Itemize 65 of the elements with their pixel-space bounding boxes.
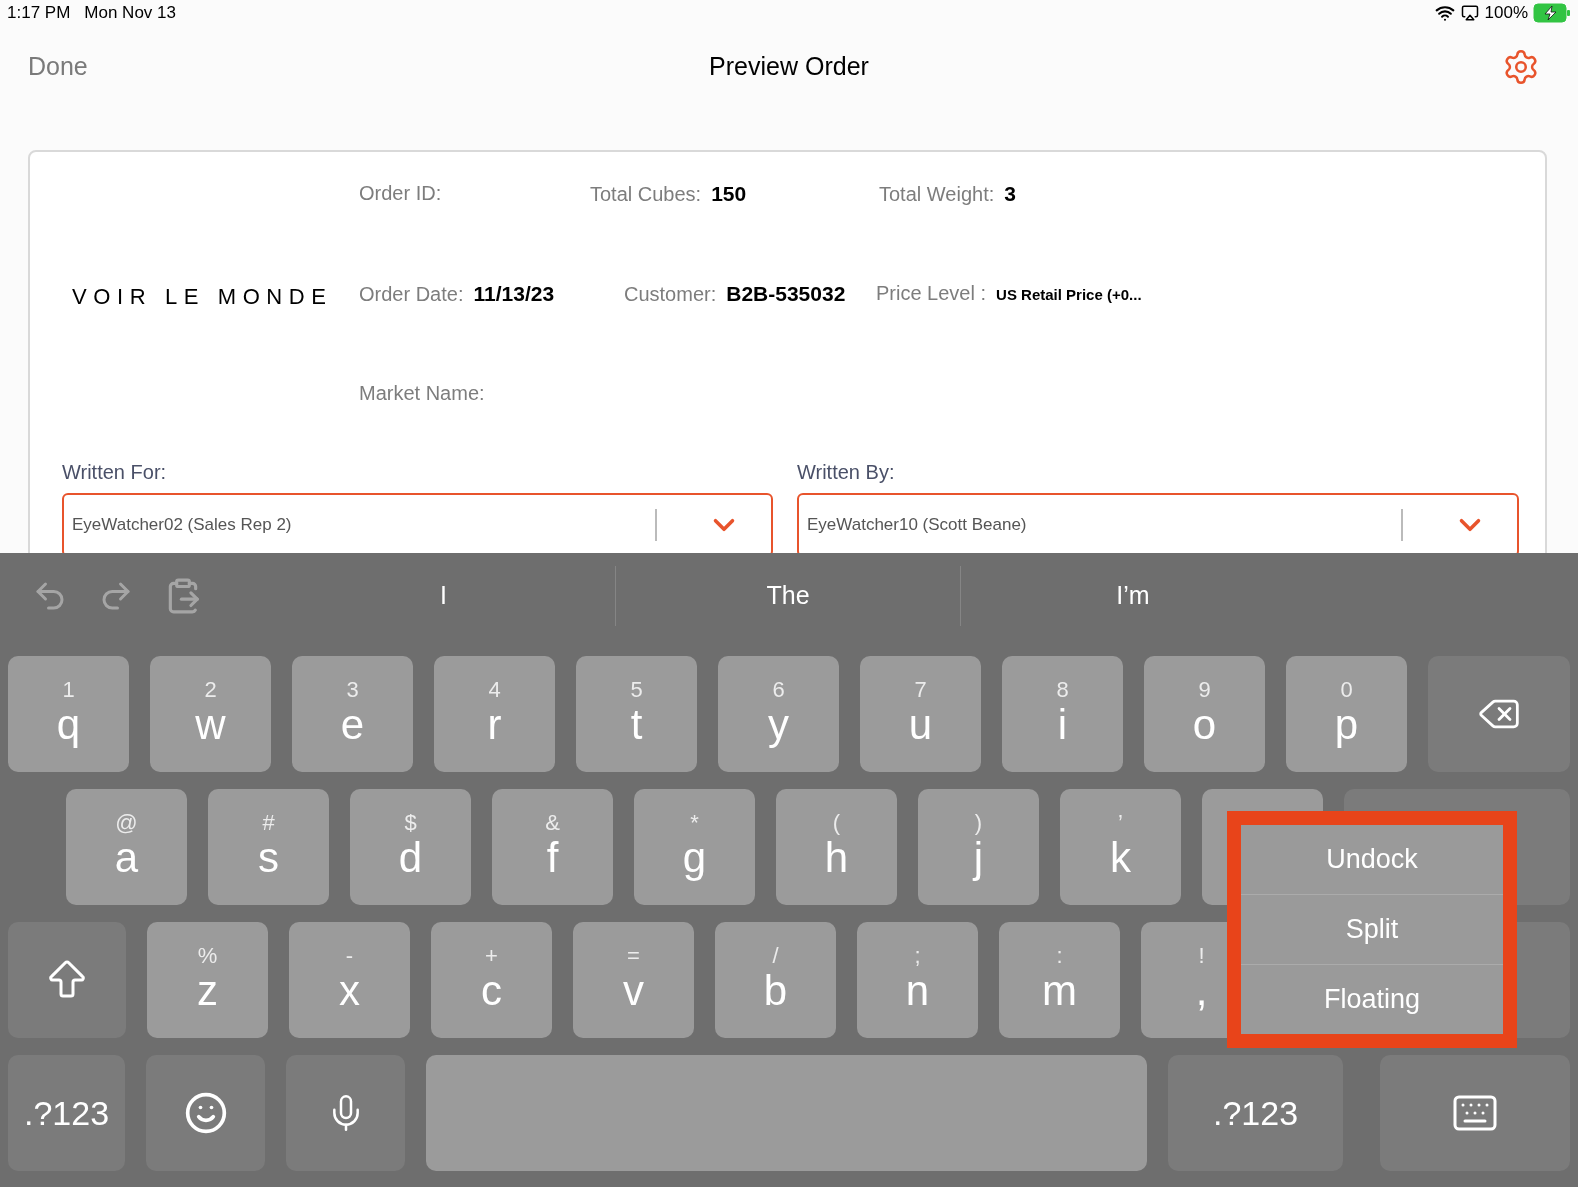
menu-item[interactable]: Undock	[1241, 825, 1503, 894]
key[interactable]: % z	[147, 922, 268, 1038]
dictation-key[interactable]	[286, 1055, 405, 1171]
key[interactable]: 3 e	[292, 656, 413, 772]
field-value: US Retail Price (+0...	[996, 285, 1142, 305]
done-button[interactable]: Done	[28, 48, 88, 86]
status-date: Mon Nov 13	[84, 2, 176, 25]
field-value: 11/13/23	[473, 281, 555, 307]
field-label: Price Level :	[876, 281, 987, 306]
key[interactable]: ; n	[857, 922, 978, 1038]
key[interactable]: 5 t	[576, 656, 697, 772]
brand-logo: VOIR LE MONDE	[72, 282, 333, 311]
field-value: 150	[711, 181, 747, 207]
dropdown-field[interactable]: EyeWatcher10 (Scott Beane)	[797, 493, 1519, 553]
field-value: 3	[1004, 181, 1016, 207]
status-time: 1:17 PM	[7, 2, 71, 25]
smiley-icon	[183, 1091, 228, 1135]
menu-item[interactable]: Split	[1241, 894, 1503, 964]
field-label: Total Weight:	[879, 182, 995, 207]
key[interactable]: / b	[715, 922, 836, 1038]
key[interactable]: 7 u	[860, 656, 981, 772]
dropdown-field[interactable]: EyeWatcher02 (Sales Rep 2)	[62, 493, 773, 553]
page-title: Preview Order	[709, 51, 869, 83]
battery-percentage: 100%	[1484, 2, 1528, 25]
numbers-key[interactable]: .?123	[8, 1055, 125, 1171]
field-label: Customer:	[624, 282, 717, 307]
key[interactable]: * g	[634, 789, 755, 905]
field-label: Market Name:	[359, 381, 485, 406]
emoji-key[interactable]	[146, 1055, 265, 1171]
numbers-key[interactable]: .?123	[1168, 1055, 1343, 1171]
field-label: Order Date:	[359, 282, 464, 307]
battery-charging-icon	[1533, 3, 1571, 23]
key[interactable]: 1 q	[8, 656, 129, 772]
key[interactable]: + c	[431, 922, 552, 1038]
key[interactable]: @ a	[66, 789, 187, 905]
key[interactable]: 9 o	[1144, 656, 1265, 772]
hide-keyboard-key[interactable]	[1380, 1055, 1570, 1171]
shift-key[interactable]	[8, 922, 126, 1038]
field-value: B2B-535032	[726, 281, 846, 307]
key[interactable]: & f	[492, 789, 613, 905]
field-label: Total Cubes:	[590, 182, 702, 207]
key[interactable]: ) j	[918, 789, 1039, 905]
key[interactable]: ’ k	[1060, 789, 1181, 905]
key[interactable]: $ d	[350, 789, 471, 905]
key[interactable]: - x	[289, 922, 410, 1038]
wifi-icon	[1434, 3, 1455, 23]
key[interactable]: 2 w	[150, 656, 271, 772]
screen-mirroring-icon	[1460, 4, 1479, 22]
field-label: Order ID:	[359, 181, 442, 206]
key[interactable]: : m	[999, 922, 1120, 1038]
field-label: Written For:	[62, 460, 168, 485]
key[interactable]: 8 i	[1002, 656, 1123, 772]
field-label: Written By:	[797, 460, 896, 485]
key[interactable]: 4 r	[434, 656, 555, 772]
suggestion[interactable]: I’m	[1116, 577, 1150, 615]
key[interactable]: 0 p	[1286, 656, 1407, 772]
backspace-key[interactable]	[1428, 656, 1570, 772]
menu-item[interactable]: Floating	[1241, 964, 1503, 1034]
suggestion[interactable]: I	[440, 577, 447, 615]
key[interactable]: 6 y	[718, 656, 839, 772]
key[interactable]: ( h	[776, 789, 897, 905]
settings-icon[interactable]	[1502, 48, 1540, 86]
key[interactable]: # s	[208, 789, 329, 905]
suggestion[interactable]: The	[766, 577, 810, 615]
key[interactable]: = v	[573, 922, 694, 1038]
